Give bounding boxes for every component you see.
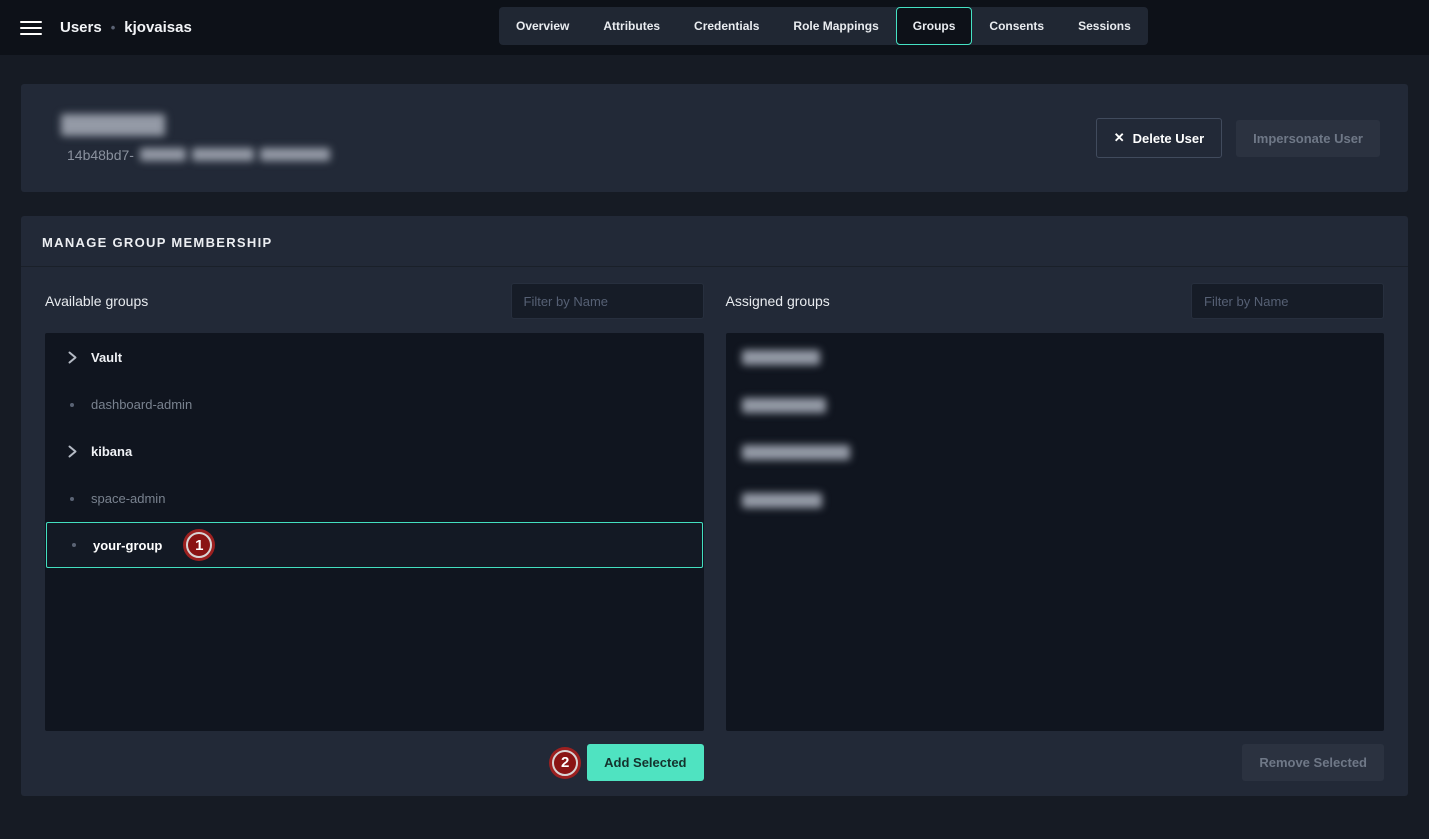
tab-attributes[interactable]: Attributes bbox=[586, 7, 677, 45]
redacted-group-item[interactable] bbox=[726, 334, 1385, 382]
breadcrumb: Users • kjovaisas bbox=[60, 19, 192, 36]
breadcrumb-separator-icon: • bbox=[111, 20, 116, 35]
tab-bar: Overview Attributes Credentials Role Map… bbox=[499, 7, 1148, 45]
group-membership-panel: MANAGE GROUP MEMBERSHIP Available groups… bbox=[21, 216, 1408, 796]
user-actions: ✕ Delete User Impersonate User bbox=[1096, 118, 1380, 158]
group-item-label: your-group bbox=[93, 538, 162, 553]
group-item-label: Vault bbox=[91, 350, 122, 365]
available-groups-list: Vault dashboard-admin kibana bbox=[45, 333, 704, 731]
assigned-groups-title: Assigned groups bbox=[726, 293, 830, 309]
available-groups-column: Available groups Vault dashboard-adm bbox=[45, 267, 704, 795]
redacted-user-id-part bbox=[192, 148, 254, 161]
assigned-groups-filter-input[interactable] bbox=[1191, 283, 1384, 319]
menu-icon[interactable] bbox=[20, 17, 42, 39]
group-item-kibana[interactable]: kibana bbox=[45, 428, 704, 475]
available-groups-title: Available groups bbox=[45, 293, 148, 309]
annotation-step-2-badge: 2 bbox=[552, 750, 578, 776]
panel-title: MANAGE GROUP MEMBERSHIP bbox=[21, 216, 1408, 267]
available-groups-filter-input[interactable] bbox=[511, 283, 704, 319]
chevron-right-icon bbox=[66, 351, 78, 364]
group-item-space-admin[interactable]: space-admin bbox=[45, 475, 704, 522]
group-item-your-group[interactable]: your-group 1 bbox=[46, 522, 703, 568]
assigned-groups-list bbox=[726, 333, 1385, 731]
tab-credentials[interactable]: Credentials bbox=[677, 7, 776, 45]
page: Users • kjovaisas Overview Attributes Cr… bbox=[0, 0, 1429, 839]
assigned-groups-column: Assigned groups Remove Selected bbox=[726, 267, 1385, 795]
user-identity: 14b48bd7- bbox=[49, 114, 330, 163]
tab-consents[interactable]: Consents bbox=[972, 7, 1061, 45]
tab-groups[interactable]: Groups bbox=[896, 7, 973, 45]
user-id: 14b48bd7- bbox=[67, 147, 330, 163]
group-item-vault[interactable]: Vault bbox=[45, 334, 704, 381]
impersonate-user-button[interactable]: Impersonate User bbox=[1236, 120, 1380, 157]
group-item-dashboard-admin[interactable]: dashboard-admin bbox=[45, 381, 704, 428]
user-id-prefix: 14b48bd7- bbox=[67, 147, 134, 163]
redacted-user-name bbox=[61, 114, 165, 136]
tab-sessions[interactable]: Sessions bbox=[1061, 7, 1148, 45]
chevron-right-icon bbox=[66, 445, 78, 458]
tab-role-mappings[interactable]: Role Mappings bbox=[776, 7, 895, 45]
remove-selected-button[interactable]: Remove Selected bbox=[1242, 744, 1384, 781]
group-item-label: kibana bbox=[91, 444, 132, 459]
redacted-group-item[interactable] bbox=[726, 429, 1385, 477]
bullet-icon bbox=[68, 543, 80, 547]
group-item-label: space-admin bbox=[91, 491, 165, 506]
bullet-icon bbox=[66, 403, 78, 407]
breadcrumb-user: kjovaisas bbox=[124, 19, 192, 36]
user-summary-card: 14b48bd7- ✕ Delete User Impersonate User bbox=[21, 84, 1408, 192]
redacted-user-id-part bbox=[140, 148, 186, 161]
redacted-user-id-part bbox=[260, 148, 330, 161]
add-selected-button[interactable]: Add Selected bbox=[587, 744, 703, 781]
tab-overview[interactable]: Overview bbox=[499, 7, 586, 45]
topbar: Users • kjovaisas Overview Attributes Cr… bbox=[0, 0, 1429, 55]
delete-user-label: Delete User bbox=[1133, 131, 1205, 146]
redacted-group-item[interactable] bbox=[726, 477, 1385, 525]
group-item-label: dashboard-admin bbox=[91, 397, 192, 412]
close-icon: ✕ bbox=[1114, 130, 1125, 146]
annotation-step-1-badge: 1 bbox=[186, 532, 212, 558]
delete-user-button[interactable]: ✕ Delete User bbox=[1096, 118, 1222, 158]
bullet-icon bbox=[66, 497, 78, 501]
breadcrumb-section[interactable]: Users bbox=[60, 19, 102, 36]
redacted-group-item[interactable] bbox=[726, 382, 1385, 430]
